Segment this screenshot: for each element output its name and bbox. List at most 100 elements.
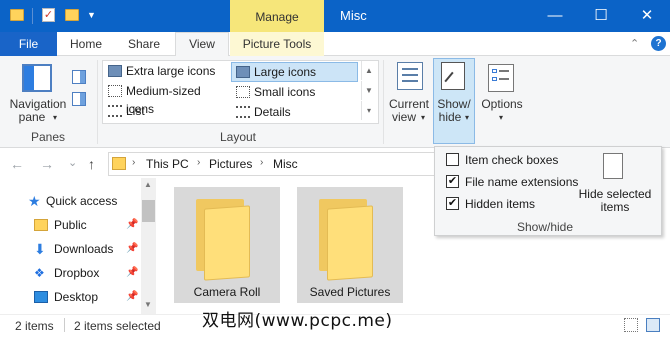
current-view-icon[interactable] (397, 62, 423, 90)
hidden-items-label[interactable]: Hidden items (465, 197, 535, 211)
new-folder-icon[interactable] (65, 9, 79, 21)
nav-item-label: Public (54, 218, 87, 232)
manage-context-tab[interactable]: Manage (230, 0, 324, 32)
file-tile[interactable]: Saved Pictures (297, 187, 403, 303)
folder-front-icon (327, 205, 373, 281)
layout-extra-large-icons[interactable]: Extra large icons (104, 62, 230, 80)
show-hide-arrow-icon[interactable]: ▾ (462, 111, 472, 124)
current-view-label-2[interactable]: view (388, 111, 420, 124)
up-arrow-icon[interactable]: ↑ (88, 156, 95, 172)
show-hide-icon[interactable] (441, 62, 465, 90)
tab-home[interactable]: Home (63, 32, 109, 56)
details-view-icon[interactable] (624, 318, 638, 332)
pin-icon[interactable]: 📌 (126, 214, 138, 236)
tab-picture-tools[interactable]: Picture Tools (230, 32, 324, 56)
current-view-arrow-icon[interactable]: ▾ (418, 111, 428, 124)
help-icon[interactable]: ? (651, 36, 666, 51)
dropbox-icon: ❖ (34, 266, 45, 280)
nav-item-public[interactable]: Public 📌 (28, 214, 140, 236)
file-name-extensions-label[interactable]: File name extensions (465, 175, 578, 189)
layout-large-icons[interactable]: Large icons (232, 63, 358, 81)
breadcrumb-separator[interactable]: › (260, 157, 263, 168)
layout-scroll-down-icon[interactable]: ▼ (361, 81, 376, 100)
layout-medium-icons[interactable]: Medium-sized icons (104, 82, 230, 116)
nav-item-desktop[interactable]: Desktop 📌 (28, 286, 140, 308)
download-icon: ⬇ (34, 241, 46, 257)
nav-item-downloads[interactable]: ⬇ Downloads 📌 (28, 238, 140, 260)
item-check-boxes-checkbox[interactable] (446, 153, 459, 166)
folder-front-icon (204, 205, 250, 281)
nav-quick-access-label: Quick access (46, 194, 118, 208)
nav-quick-access[interactable]: ★ Quick access (28, 190, 140, 212)
nav-item-dropbox[interactable]: ❖ Dropbox 📌 (28, 262, 140, 284)
breadcrumb-separator[interactable]: › (197, 157, 200, 168)
back-arrow-icon[interactable]: ← (10, 156, 24, 172)
forward-arrow-icon[interactable]: → (40, 156, 54, 172)
nav-pane-scroll-thumb[interactable] (142, 200, 155, 222)
status-selected-count: 2 items selected (74, 319, 161, 333)
layout-scroll-up-icon[interactable]: ▲ (361, 61, 376, 80)
close-button[interactable]: ✕ (624, 0, 670, 32)
customize-toolbar-chevron-icon[interactable]: ▼ (87, 10, 96, 20)
show-hide-group-label: Show/hide (516, 220, 574, 234)
small-icons-icon (236, 86, 250, 98)
file-name-extensions-checkbox[interactable]: ✔ (446, 175, 459, 188)
folder-icon (34, 219, 48, 231)
scroll-up-icon[interactable]: ▲ (144, 180, 152, 189)
collapse-ribbon-icon[interactable]: ⌃ (630, 37, 639, 50)
address-folder-icon (112, 157, 126, 170)
hide-selected-items-label-2[interactable]: items (575, 200, 655, 214)
group-divider (97, 60, 98, 144)
list-icon (108, 105, 122, 117)
options-label[interactable]: Options (480, 98, 524, 111)
pin-icon[interactable]: 📌 (126, 286, 138, 308)
layout-group-label: Layout (219, 130, 257, 144)
medium-icons-icon (108, 85, 122, 97)
layout-list[interactable]: List (104, 102, 230, 120)
layout-large-icons-label: Large icons (254, 65, 317, 79)
maximize-button[interactable]: ☐ (578, 0, 624, 32)
nav-item-label: Dropbox (54, 266, 100, 280)
layout-expand-icon[interactable]: ▾ (361, 101, 376, 120)
quick-access-divider (32, 8, 33, 24)
large-icons-icon (236, 66, 250, 78)
watermark-text: 双电网(www.pcpc.me) (202, 311, 393, 331)
pin-icon[interactable]: 📌 (126, 262, 138, 284)
nav-item-label: Desktop (54, 290, 99, 304)
breadcrumb-pictures[interactable]: Pictures (209, 157, 252, 171)
pin-icon[interactable]: 📌 (126, 238, 138, 260)
details-pane-icon[interactable] (72, 92, 86, 106)
file-tile[interactable]: Camera Roll (174, 187, 280, 303)
nav-pane-scrollbar[interactable] (141, 178, 156, 314)
quick-access-folder-icon[interactable] (10, 9, 24, 21)
file-tile-name: Saved Pictures (309, 285, 391, 299)
layout-small-icons[interactable]: Small icons (232, 83, 358, 101)
hide-selected-items-label[interactable]: Hide selected (575, 187, 655, 201)
nav-item-label: Downloads (54, 242, 114, 256)
breadcrumb-misc[interactable]: Misc (273, 157, 298, 171)
navigation-pane-icon[interactable] (22, 64, 52, 92)
large-icons-view-icon[interactable] (646, 318, 660, 332)
properties-icon[interactable]: ✓ (42, 8, 55, 22)
star-icon: ★ (28, 193, 41, 209)
navigation-pane-arrow-icon[interactable]: ▾ (50, 111, 60, 124)
status-divider (64, 318, 65, 332)
hide-selected-items-icon[interactable] (603, 153, 623, 179)
show-hide-dropdown: Item check boxes ✔ File name extensions … (434, 146, 662, 236)
item-check-boxes-label[interactable]: Item check boxes (465, 153, 558, 167)
scroll-down-icon[interactable]: ▼ (144, 300, 152, 309)
desktop-icon (34, 291, 48, 303)
tab-share[interactable]: Share (121, 32, 167, 56)
layout-extra-large-icons-label: Extra large icons (126, 64, 216, 78)
preview-pane-icon[interactable] (72, 70, 86, 84)
minimize-button[interactable]: — (532, 0, 578, 32)
options-icon[interactable] (488, 64, 514, 92)
tab-view[interactable]: View (175, 32, 229, 57)
layout-details[interactable]: Details (232, 103, 358, 121)
options-arrow-icon[interactable]: ▾ (496, 111, 506, 124)
recent-locations-chevron-icon[interactable]: ⌄ (68, 156, 77, 169)
breadcrumb-separator[interactable]: › (132, 157, 135, 168)
hidden-items-checkbox[interactable]: ✔ (446, 197, 459, 210)
tab-file[interactable]: File (0, 32, 57, 56)
breadcrumb-this-pc[interactable]: This PC (146, 157, 189, 171)
